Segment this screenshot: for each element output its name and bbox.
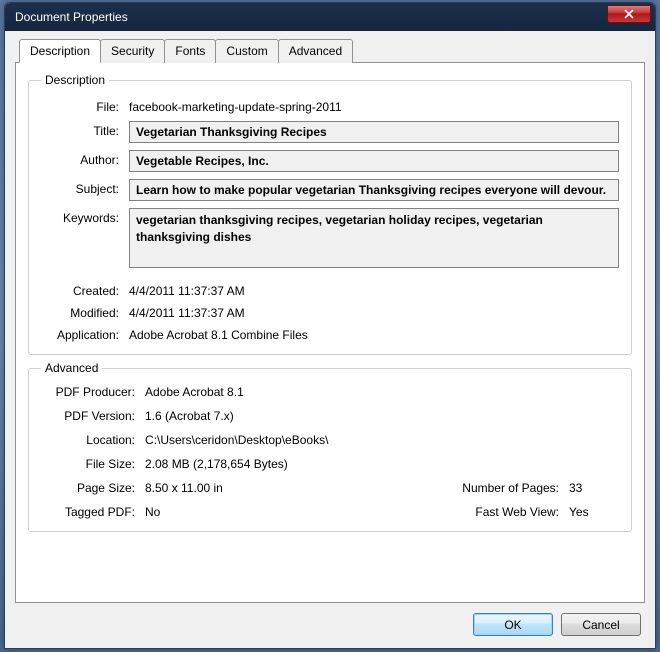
description-group: Description File: facebook-marketing-upd… <box>28 73 632 355</box>
description-legend: Description <box>41 73 109 87</box>
subject-input[interactable]: Learn how to make popular vegetarian Tha… <box>129 179 619 201</box>
title-label: Title: <box>41 121 129 138</box>
subject-label: Subject: <box>41 179 129 196</box>
tab-custom[interactable]: Custom <box>215 39 278 63</box>
keywords-label: Keywords: <box>41 208 129 225</box>
fast-web-label: Fast Web View: <box>439 505 569 519</box>
tagged-pdf-label: Tagged PDF: <box>41 505 145 519</box>
pdf-version-value: 1.6 (Acrobat 7.x) <box>145 409 619 423</box>
advanced-group: Advanced PDF Producer: Adobe Acrobat 8.1… <box>28 361 632 532</box>
created-label: Created: <box>41 281 129 298</box>
cancel-button[interactable]: Cancel <box>561 613 641 636</box>
advanced-legend: Advanced <box>41 361 102 375</box>
modified-label: Modified: <box>41 303 129 320</box>
file-label: File: <box>41 97 129 114</box>
file-value: facebook-marketing-update-spring-2011 <box>129 97 342 114</box>
author-label: Author: <box>41 150 129 167</box>
titlebar-title: Document Properties <box>15 10 128 24</box>
dialog-window: Document Properties Description Security… <box>4 2 656 649</box>
num-pages-value: 33 <box>569 481 619 495</box>
fast-web-value: Yes <box>569 505 619 519</box>
file-size-value: 2.08 MB (2,178,654 Bytes) <box>145 457 619 471</box>
titlebar[interactable]: Document Properties <box>5 3 655 31</box>
application-label: Application: <box>41 325 129 342</box>
application-value: Adobe Acrobat 8.1 Combine Files <box>129 325 308 342</box>
modified-value: 4/4/2011 11:37:37 AM <box>129 303 245 320</box>
tab-fonts[interactable]: Fonts <box>164 39 216 63</box>
pdf-producer-value: Adobe Acrobat 8.1 <box>145 385 619 399</box>
page-size-value: 8.50 x 11.00 in <box>145 481 439 495</box>
location-value: C:\Users\ceridon\Desktop\eBooks\ <box>145 433 619 447</box>
dialog-content: Description Security Fonts Custom Advanc… <box>5 31 655 648</box>
pdf-producer-label: PDF Producer: <box>41 385 145 399</box>
tab-bar: Description Security Fonts Custom Advanc… <box>19 39 645 63</box>
tagged-pdf-value: No <box>145 505 439 519</box>
tab-panel-description: Description File: facebook-marketing-upd… <box>15 62 645 603</box>
created-value: 4/4/2011 11:37:37 AM <box>129 281 245 298</box>
tab-advanced[interactable]: Advanced <box>278 39 353 63</box>
ok-button[interactable]: OK <box>473 613 553 636</box>
num-pages-label: Number of Pages: <box>439 481 569 495</box>
file-size-label: File Size: <box>41 457 145 471</box>
author-input[interactable]: Vegetable Recipes, Inc. <box>129 150 619 172</box>
location-label: Location: <box>41 433 145 447</box>
close-button[interactable] <box>607 5 651 23</box>
tab-description[interactable]: Description <box>19 39 101 63</box>
button-row: OK Cancel <box>15 603 645 638</box>
pdf-version-label: PDF Version: <box>41 409 145 423</box>
page-size-label: Page Size: <box>41 481 145 495</box>
close-icon <box>624 9 634 19</box>
title-input[interactable]: Vegetarian Thanksgiving Recipes <box>129 121 619 143</box>
keywords-input[interactable]: vegetarian thanksgiving recipes, vegetar… <box>129 208 619 268</box>
tab-security[interactable]: Security <box>100 39 165 63</box>
